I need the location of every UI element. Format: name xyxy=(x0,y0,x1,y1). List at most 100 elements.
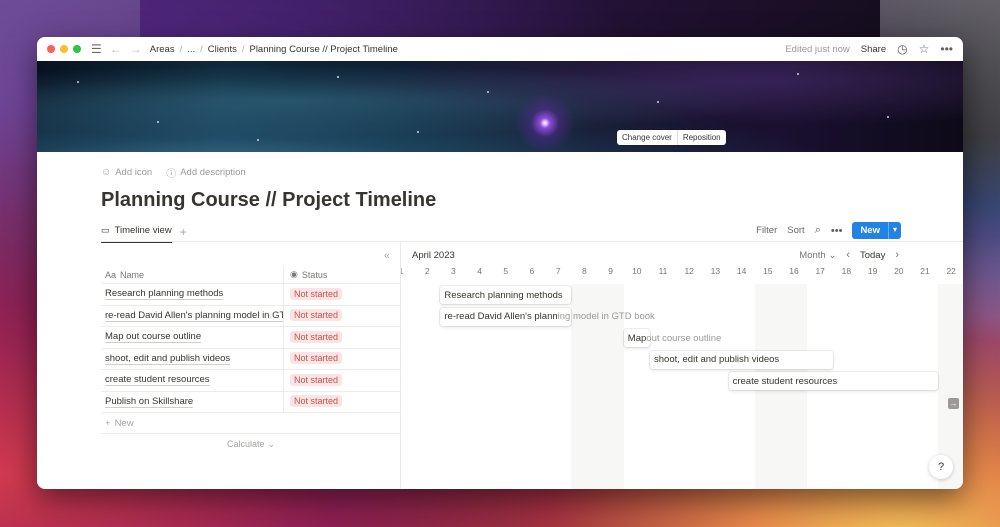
table-row[interactable]: re-read David Allen's planning model in … xyxy=(101,305,401,327)
clock-icon[interactable]: ◷ xyxy=(897,43,907,55)
table-row[interactable]: Research planning methods Not started xyxy=(101,284,401,306)
breadcrumb-areas[interactable]: Areas xyxy=(150,44,175,55)
app-window: ☰ ← → Areas / ... / Clients / Planning C… xyxy=(37,37,963,489)
day-label: 1 xyxy=(401,266,414,276)
day-label: 13 xyxy=(710,266,721,276)
page-header: ☺ Add icon ⓘ Add description Planning Co… xyxy=(37,152,963,243)
window-controls xyxy=(47,45,81,53)
star-icon[interactable]: ☆ xyxy=(919,43,930,55)
row-name[interactable]: Map out course outline xyxy=(105,331,202,344)
breadcrumb-clients[interactable]: Clients xyxy=(208,44,237,55)
status-property-icon: ◉ xyxy=(290,269,298,279)
day-label: 12 xyxy=(684,266,694,276)
day-label: 8 xyxy=(582,266,587,276)
maximize-window-button[interactable] xyxy=(73,45,81,53)
edited-status: Edited just now xyxy=(785,43,850,55)
view-toolbar: ▭ Timeline view + Filter Sort ⌕ ••• New … xyxy=(101,221,901,243)
status-badge[interactable]: Not started xyxy=(290,287,343,300)
info-icon: ⓘ xyxy=(166,169,177,180)
timeline-grid: April 2023 Month ⌄ ‹ Today › 12 3 4 5 6 7 8 9 10… xyxy=(401,242,963,489)
back-arrow-icon[interactable]: ← xyxy=(110,43,122,55)
bar-label: Research planning methods xyxy=(444,289,563,301)
reposition-button[interactable]: Reposition xyxy=(676,130,726,145)
status-badge[interactable]: Not started xyxy=(290,373,343,386)
collapse-table-icon[interactable]: « xyxy=(384,250,390,262)
timeline-bar[interactable]: re-read David Allen's plann ing model in … xyxy=(440,307,655,326)
title-bar: ☰ ← → Areas / ... / Clients / Planning C… xyxy=(37,37,963,61)
today-button[interactable]: Today xyxy=(860,250,885,261)
smiley-icon: ☺ xyxy=(101,167,112,178)
change-cover-button[interactable]: Change cover xyxy=(617,130,677,145)
day-label: 18 xyxy=(841,266,852,276)
table-header: Aa Name ◉ Status xyxy=(101,266,401,284)
table-row[interactable]: Map out course outline Not started xyxy=(101,327,401,349)
chevron-down-icon[interactable]: ▾ xyxy=(887,222,901,239)
day-header: 12345678910111213141516171819202122 xyxy=(401,266,963,284)
more-icon[interactable]: ••• xyxy=(940,43,953,55)
page-cover-image: Change cover Reposition xyxy=(37,61,963,152)
status-badge[interactable]: Not started xyxy=(290,352,343,365)
search-icon[interactable]: ⌕ xyxy=(815,224,821,237)
row-name[interactable]: Publish on Skillshare xyxy=(105,396,194,408)
help-button[interactable]: ? xyxy=(929,455,953,479)
calculate-button[interactable]: Calculate ⌄ xyxy=(101,434,401,454)
day-label: 3 xyxy=(451,266,456,276)
add-icon-label: Add icon xyxy=(115,167,153,178)
add-row-button[interactable]: + New xyxy=(101,413,401,434)
scale-selector[interactable]: Month ⌄ xyxy=(799,250,836,261)
bar-label: re-read David Allen's plann xyxy=(444,311,558,322)
day-label: 19 xyxy=(867,266,878,276)
forward-arrow-icon[interactable]: → xyxy=(130,43,142,55)
day-label: 7 xyxy=(555,266,561,276)
more-options-icon[interactable]: ••• xyxy=(831,225,843,237)
bar-label: Map xyxy=(627,332,647,344)
table-row[interactable]: Publish on Skillshare Not started xyxy=(101,391,401,413)
next-arrow-icon[interactable]: › xyxy=(895,249,899,261)
text-property-icon: Aa xyxy=(105,269,117,280)
status-badge[interactable]: Not started xyxy=(290,330,343,343)
share-button[interactable]: Share xyxy=(861,44,886,55)
filter-button[interactable]: Filter xyxy=(756,225,777,236)
add-icon-button[interactable]: ☺ Add icon xyxy=(101,167,152,178)
add-description-button[interactable]: ⓘ Add description xyxy=(166,165,245,180)
table-row[interactable]: create student resources Not started xyxy=(101,370,401,392)
new-button-label[interactable]: New xyxy=(852,222,888,239)
column-header-name[interactable]: Aa Name xyxy=(101,266,284,283)
row-name[interactable]: shoot, edit and publish videos xyxy=(105,353,231,365)
page-title[interactable]: Planning Course // Project Timeline xyxy=(101,189,963,212)
add-description-label: Add description xyxy=(180,167,246,178)
close-window-button[interactable] xyxy=(47,45,55,53)
sort-button[interactable]: Sort xyxy=(787,225,804,236)
day-label: 14 xyxy=(736,266,747,276)
scroll-to-item-icon[interactable]: → xyxy=(948,398,959,409)
day-label: 5 xyxy=(503,266,509,276)
timeline-bar[interactable]: create student resources xyxy=(728,372,939,390)
new-button[interactable]: New ▾ xyxy=(852,222,901,239)
status-badge[interactable]: Not started xyxy=(290,395,343,408)
breadcrumb-current-page[interactable]: Planning Course // Project Timeline xyxy=(249,44,397,55)
row-name[interactable]: re-read David Allen's planning model in … xyxy=(105,310,283,322)
timeline-bar[interactable]: Research planning methods xyxy=(440,286,572,304)
minimize-window-button[interactable] xyxy=(60,45,68,53)
breadcrumb-ellipsis[interactable]: ... xyxy=(187,44,195,55)
timeline-nav: Month ⌄ ‹ Today › xyxy=(799,249,899,261)
day-label: 9 xyxy=(608,266,613,276)
cover-controls: Change cover Reposition xyxy=(617,130,726,145)
prev-arrow-icon[interactable]: ‹ xyxy=(846,249,850,261)
bar-label: shoot, edit and publish videos xyxy=(654,354,780,365)
day-label: 2 xyxy=(424,266,430,276)
day-label: 15 xyxy=(763,266,773,276)
day-label: 11 xyxy=(658,266,668,276)
timeline-table: « Aa Name ◉ Status Research planning met… xyxy=(101,242,401,489)
breadcrumb-separator: / xyxy=(179,43,183,55)
row-name[interactable]: Research planning methods xyxy=(105,288,224,301)
sidebar-menu-icon[interactable]: ☰ xyxy=(91,43,102,55)
timeline-bar[interactable]: shoot, edit and publish videos xyxy=(650,350,834,369)
timeline-bar[interactable]: Map out course outline xyxy=(623,329,721,347)
column-header-status[interactable]: ◉ Status xyxy=(284,266,327,283)
breadcrumb-separator: / xyxy=(200,43,203,55)
row-name[interactable]: create student resources xyxy=(105,374,210,387)
plus-icon: + xyxy=(105,417,111,429)
status-badge[interactable]: Not started xyxy=(290,309,343,322)
table-row[interactable]: shoot, edit and publish videos Not start… xyxy=(101,348,401,370)
